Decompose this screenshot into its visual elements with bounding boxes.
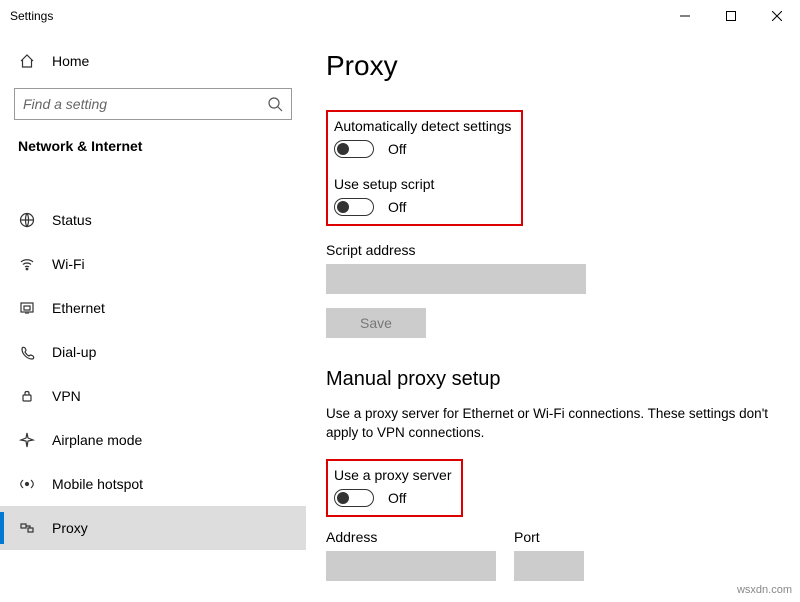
vpn-icon <box>18 388 36 404</box>
sidebar-item-label: Airplane mode <box>52 432 142 448</box>
save-button: Save <box>326 308 426 338</box>
ethernet-icon <box>18 300 36 316</box>
status-icon <box>18 212 36 228</box>
use-proxy-label: Use a proxy server <box>334 467 451 483</box>
setup-script-label: Use setup script <box>334 176 511 192</box>
sidebar-item-status[interactable]: Status <box>0 198 306 242</box>
window-controls <box>662 0 800 32</box>
home-link[interactable]: Home <box>0 42 306 80</box>
auto-detect-toggle[interactable] <box>334 140 374 158</box>
highlight-use-proxy: Use a proxy server Off <box>326 459 463 517</box>
close-button[interactable] <box>754 0 800 32</box>
search-icon <box>267 96 283 112</box>
sidebar-item-label: Wi-Fi <box>52 256 85 272</box>
hotspot-icon <box>18 476 36 492</box>
highlight-auto-setup: Automatically detect settings Off Use se… <box>326 110 523 226</box>
home-icon <box>18 53 36 69</box>
sidebar-item-label: Status <box>52 212 92 228</box>
sidebar-item-label: VPN <box>52 388 81 404</box>
manual-setup-description: Use a proxy server for Ethernet or Wi-Fi… <box>326 405 772 443</box>
port-input <box>514 551 584 581</box>
search-field[interactable] <box>23 96 267 112</box>
sidebar-item-label: Mobile hotspot <box>52 476 143 492</box>
use-proxy-state: Off <box>388 490 406 506</box>
sidebar: Home Network & Internet Status Wi-Fi Eth… <box>0 32 306 602</box>
wifi-icon <box>18 256 36 272</box>
titlebar: Settings <box>0 0 800 32</box>
sidebar-item-label: Ethernet <box>52 300 105 316</box>
watermark: wsxdn.com <box>737 584 792 596</box>
sidebar-item-wifi[interactable]: Wi-Fi <box>0 242 306 286</box>
script-address-input <box>326 264 586 294</box>
window-title: Settings <box>10 9 662 23</box>
sidebar-item-label: Dial-up <box>52 344 96 360</box>
proxy-icon <box>18 520 36 536</box>
page-title: Proxy <box>326 50 772 82</box>
setup-script-toggle[interactable] <box>334 198 374 216</box>
sidebar-item-label: Proxy <box>52 520 88 536</box>
content: Proxy Automatically detect settings Off … <box>306 32 800 602</box>
sidebar-section-title: Network & Internet <box>0 134 306 168</box>
manual-setup-title: Manual proxy setup <box>326 368 772 391</box>
auto-detect-label: Automatically detect settings <box>334 118 511 134</box>
maximize-icon <box>726 11 736 21</box>
script-address-label: Script address <box>326 242 772 258</box>
close-icon <box>772 11 782 21</box>
home-label: Home <box>52 53 89 69</box>
sidebar-item-dialup[interactable]: Dial-up <box>0 330 306 374</box>
sidebar-item-airplane[interactable]: Airplane mode <box>0 418 306 462</box>
sidebar-item-ethernet[interactable]: Ethernet <box>0 286 306 330</box>
use-proxy-toggle[interactable] <box>334 489 374 507</box>
address-label: Address <box>326 529 496 545</box>
sidebar-item-proxy[interactable]: Proxy <box>0 506 306 550</box>
setup-script-state: Off <box>388 199 406 215</box>
address-input <box>326 551 496 581</box>
search-input[interactable] <box>14 88 292 120</box>
auto-detect-state: Off <box>388 141 406 157</box>
minimize-icon <box>680 11 690 21</box>
airplane-icon <box>18 432 36 448</box>
maximize-button[interactable] <box>708 0 754 32</box>
minimize-button[interactable] <box>662 0 708 32</box>
sidebar-item-hotspot[interactable]: Mobile hotspot <box>0 462 306 506</box>
port-label: Port <box>514 529 584 545</box>
sidebar-item-vpn[interactable]: VPN <box>0 374 306 418</box>
dialup-icon <box>18 344 36 360</box>
